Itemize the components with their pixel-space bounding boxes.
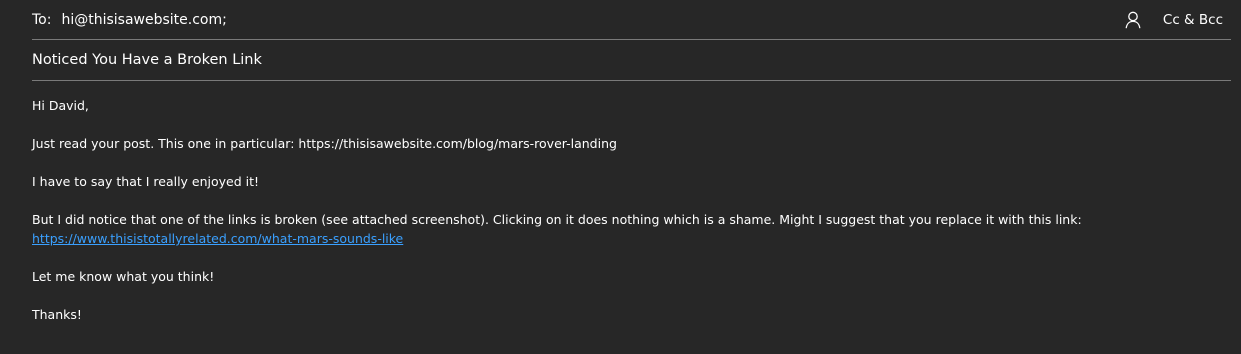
broken-link-text: But I did notice that one of the links i… — [32, 212, 1082, 227]
message-body[interactable]: Hi David, Just read your post. This one … — [32, 96, 1221, 343]
subject-field[interactable]: Noticed You Have a Broken Link — [32, 52, 262, 68]
body-paragraph-post: Just read your post. This one in particu… — [32, 136, 617, 151]
to-row: To: hi@thisisawebsite.com; Cc & Bcc — [32, 0, 1231, 40]
person-icon[interactable] — [1124, 11, 1142, 29]
to-label: To: — [32, 11, 52, 28]
to-field[interactable]: hi@thisisawebsite.com; — [61, 12, 1123, 28]
cc-bcc-button[interactable]: Cc & Bcc — [1163, 12, 1223, 28]
recipient-actions: Cc & Bcc — [1124, 11, 1223, 29]
body-paragraph-feedback: Let me know what you think! — [32, 269, 215, 284]
subject-row: Noticed You Have a Broken Link — [32, 40, 1231, 81]
greeting: Hi David, — [32, 98, 89, 113]
email-compose: To: hi@thisisawebsite.com; Cc & Bcc Noti… — [0, 0, 1241, 354]
body-paragraph-broken-link: But I did notice that one of the links i… — [32, 210, 1221, 248]
body-paragraph-enjoyed: I have to say that I really enjoyed it! — [32, 174, 260, 189]
signoff: Thanks! — [32, 307, 82, 322]
suggested-link[interactable]: https://www.thisistotallyrelated.com/wha… — [32, 231, 403, 246]
